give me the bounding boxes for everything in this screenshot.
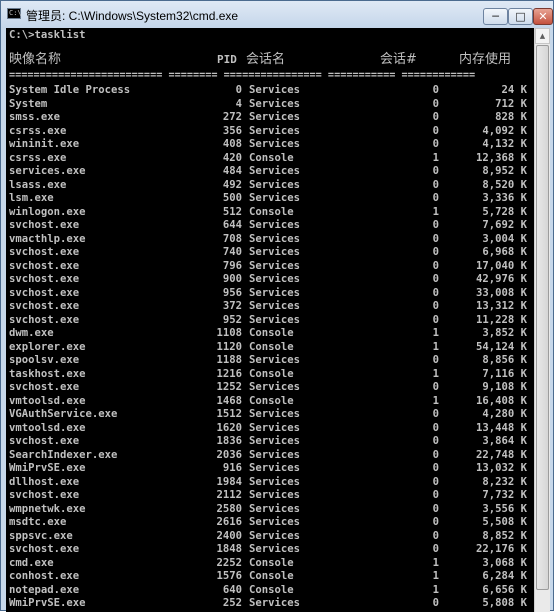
process-mem-usage: 5,808 K <box>482 597 527 609</box>
process-row: dwm.exe 1108 Console 1 3,852 K <box>9 327 533 341</box>
process-row: svchost.exe 1252 Services 0 9,108 K <box>9 381 533 395</box>
process-mem-usage: 12,368 K <box>475 151 527 164</box>
process-mem-usage: 11,228 K <box>475 313 527 326</box>
process-row: conhost.exe 1576 Console 1 6,284 K <box>9 570 533 584</box>
process-mem-usage: 3,556 K <box>482 502 527 515</box>
process-mem-usage: 6,968 K <box>482 246 527 258</box>
process-mem-usage: 3,852 K <box>482 327 527 339</box>
process-mem-usage: 5,508 K <box>482 516 527 528</box>
process-row: lsass.exe 492 Services 0 8,520 K <box>9 179 533 193</box>
console-output[interactable]: C:\>tasklist 映像名称 PID 会话名 会话# 内存使用 =====… <box>6 28 534 612</box>
prompt-line: C:\>tasklist <box>9 29 86 41</box>
process-row: smss.exe 272 Services 0 828 K <box>9 111 533 125</box>
process-mem-usage: 54,124 K <box>475 340 527 353</box>
cmd-icon: C:\ <box>7 8 22 19</box>
process-row: svchost.exe 1848 Services 0 22,176 K <box>9 543 533 557</box>
title-bar[interactable]: C:\ 管理员: C:\Windows\System32\cmd.exe ─ □… <box>1 1 553 28</box>
process-row: WmiPrvSE.exe 916 Services 0 13,032 K <box>9 462 533 476</box>
process-row: VGAuthService.exe 1512 Services 0 4,280 K <box>9 408 533 422</box>
process-row: SearchIndexer.exe 2036 Services 0 22,748 K <box>9 449 533 463</box>
process-mem-usage: 8,232 K <box>482 475 527 488</box>
process-row: wininit.exe 408 Services 0 4,132 K <box>9 138 533 152</box>
header-session-name: 会话名 <box>246 52 286 67</box>
process-row: System Idle Process 0 Services 0 24 K <box>9 84 533 98</box>
header-image-name: 映像名称 <box>9 52 62 67</box>
process-mem-usage: 4,132 K <box>482 138 527 150</box>
process-row: svchost.exe 796 Services 0 17,040 K <box>9 260 533 274</box>
process-row: wmpnetwk.exe 2580 Services 0 3,556 K <box>9 503 533 517</box>
process-mem-usage: 42,976 K <box>475 273 527 285</box>
process-mem-usage: 7,732 K <box>482 489 527 501</box>
process-row: dllhost.exe 1984 Services 0 8,232 K <box>9 476 533 490</box>
process-mem-usage: 24 K <box>501 84 527 96</box>
vertical-scrollbar[interactable]: ▲ <box>534 28 550 612</box>
process-mem-usage: 6,284 K <box>482 570 527 582</box>
process-mem-usage: 3,336 K <box>482 192 527 204</box>
process-mem-usage: 8,952 K <box>482 165 527 177</box>
process-mem-usage: 13,448 K <box>475 421 527 434</box>
process-mem-usage: 8,856 K <box>482 354 527 366</box>
process-mem-usage: 7,692 K <box>482 219 527 231</box>
process-row: explorer.exe 1120 Console 1 54,124 K <box>9 341 533 355</box>
process-row: winlogon.exe 512 Console 1 5,728 K <box>9 206 533 220</box>
process-row: System 4 Services 0 712 K <box>9 98 533 112</box>
process-mem-usage: 3,864 K <box>482 435 527 447</box>
process-mem-usage: 5,728 K <box>482 205 527 218</box>
process-row: vmtoolsd.exe 1468 Console 1 16,408 K <box>9 395 533 409</box>
process-mem-usage: 22,748 K <box>475 448 527 461</box>
process-mem-usage: 4,092 K <box>482 124 527 137</box>
process-row: svchost.exe 1836 Services 0 3,864 K <box>9 435 533 449</box>
process-mem-usage: 8,520 K <box>482 178 527 191</box>
process-mem-usage: 9,108 K <box>482 381 527 393</box>
header-mem-usage: 内存使用 <box>459 52 512 67</box>
process-row: vmacthlp.exe 708 Services 0 3,004 K <box>9 233 533 247</box>
process-mem-usage: 4,280 K <box>482 408 527 420</box>
process-mem-usage: 6,656 K <box>482 583 527 596</box>
scroll-up-arrow-icon[interactable]: ▲ <box>535 28 550 44</box>
process-row: spoolsv.exe 1188 Services 0 8,856 K <box>9 354 533 368</box>
process-mem-usage: 13,312 K <box>475 300 527 312</box>
process-row: csrss.exe 356 Services 0 4,092 K <box>9 125 533 139</box>
process-mem-usage: 7,116 K <box>482 367 527 380</box>
process-mem-usage: 33,008 K <box>475 286 527 299</box>
header-pid: PID <box>217 53 237 66</box>
process-mem-usage: 712 K <box>495 97 527 110</box>
process-mem-usage: 8,852 K <box>482 529 527 542</box>
scroll-thumb[interactable] <box>536 45 549 590</box>
process-mem-usage: 17,040 K <box>475 259 527 272</box>
process-mem-usage: 22,176 K <box>475 543 527 555</box>
process-row: msdtc.exe 2616 Services 0 5,508 K <box>9 516 533 530</box>
process-row: svchost.exe 2112 Services 0 7,732 K <box>9 489 533 503</box>
process-row: svchost.exe 956 Services 0 33,008 K <box>9 287 533 301</box>
header-session-num: 会话# <box>380 52 417 67</box>
process-row: cmd.exe 2252 Console 1 3,068 K <box>9 557 533 571</box>
process-row: WmiPrvSE.exe 252 Services 0 5,808 K <box>9 597 533 611</box>
header-separator: ========================= ======== =====… <box>9 70 476 81</box>
process-row: lsm.exe 500 Services 0 3,336 K <box>9 192 533 206</box>
process-row: sppsvc.exe 2400 Services 0 8,852 K <box>9 530 533 544</box>
process-mem-usage: 16,408 K <box>475 394 527 407</box>
process-mem-usage: 13,032 K <box>475 462 527 474</box>
process-row: svchost.exe 952 Services 0 11,228 K <box>9 314 533 328</box>
process-row: services.exe 484 Services 0 8,952 K <box>9 165 533 179</box>
process-row: taskhost.exe 1216 Console 1 7,116 K <box>9 368 533 382</box>
process-row: csrss.exe 420 Console 1 12,368 K <box>9 152 533 166</box>
minimize-button[interactable]: ─ <box>483 8 508 25</box>
process-mem-usage: 3,004 K <box>482 232 527 245</box>
process-row: svchost.exe 900 Services 0 42,976 K <box>9 273 533 287</box>
close-button[interactable]: ✕ <box>533 8 553 25</box>
process-row: notepad.exe 640 Console 1 6,656 K <box>9 584 533 598</box>
process-row: svchost.exe 740 Services 0 6,968 K <box>9 246 533 260</box>
window-title: 管理员: C:\Windows\System32\cmd.exe <box>26 9 239 23</box>
process-row: vmtoolsd.exe 1620 Services 0 13,448 K <box>9 422 533 436</box>
process-mem-usage: 828 K <box>495 111 527 123</box>
cmd-window: C:\ 管理员: C:\Windows\System32\cmd.exe ─ □… <box>0 0 554 612</box>
process-mem-usage: 3,068 K <box>482 556 527 569</box>
maximize-button[interactable]: □ <box>508 8 533 25</box>
process-row: svchost.exe 644 Services 0 7,692 K <box>9 219 533 233</box>
process-row: svchost.exe 372 Services 0 13,312 K <box>9 300 533 314</box>
